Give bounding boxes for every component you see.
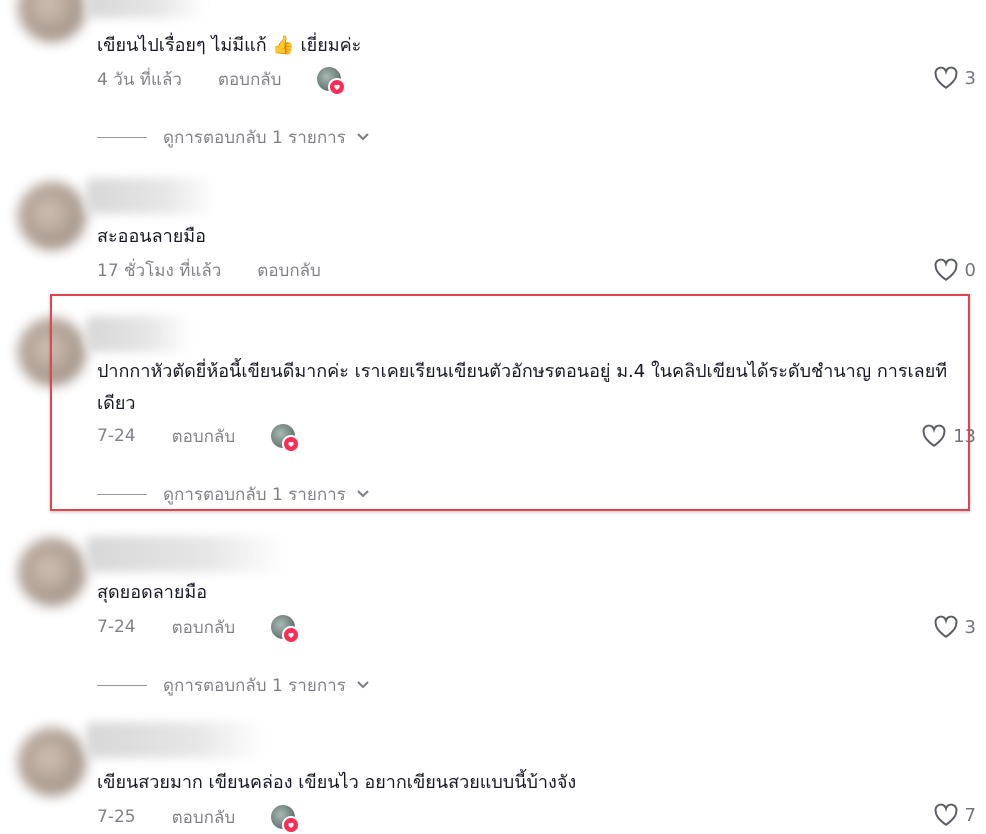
- avatar[interactable]: [18, 0, 86, 42]
- avatar[interactable]: [18, 318, 86, 386]
- comment-date: 17 ชั่วโมง ที่แล้ว: [97, 260, 222, 281]
- view-replies-button[interactable]: ดูการตอบกลับ 1 รายการ: [97, 125, 370, 149]
- like-count: 0: [964, 259, 976, 281]
- username-blurred: [86, 0, 206, 18]
- comment-text: เขียนสวยมาก เขียนคล่อง เขียนไว อยากเขียน…: [97, 772, 577, 793]
- comment-date: 7-25: [97, 807, 136, 827]
- heart-outline-icon: [922, 424, 946, 447]
- divider-line: [97, 684, 147, 686]
- avatar[interactable]: [18, 182, 86, 250]
- like-count: 3: [964, 616, 976, 638]
- divider-line: [97, 136, 147, 138]
- avatar[interactable]: [18, 728, 86, 796]
- view-replies-label: ดูการตอบกลับ 1 รายการ: [163, 675, 346, 696]
- heart-outline-icon: [934, 615, 957, 638]
- comment-text: ปากกาหัวตัดยี่ห้อนี้เขียนดีมากค่ะ เราเคย…: [97, 361, 948, 414]
- heart-badge-icon: [282, 435, 301, 453]
- comment-meta: 7-24 ตอบกลับ: [97, 423, 301, 453]
- username-blurred: [86, 722, 266, 758]
- creator-liked-avatar: [271, 805, 301, 834]
- comment-text: สะออนลายมือ: [97, 226, 206, 247]
- comment-text: สุดยอดลายมือ: [97, 582, 208, 603]
- like-count: 3: [964, 67, 976, 89]
- avatar[interactable]: [18, 538, 86, 606]
- like-count: 13: [953, 425, 976, 447]
- like-button[interactable]: 3: [933, 64, 976, 92]
- like-button[interactable]: 0: [933, 256, 976, 284]
- reply-button[interactable]: ตอบกลับ: [172, 804, 236, 831]
- comment-meta: 7-25 ตอบกลับ: [97, 804, 301, 834]
- chevron-down-icon: [357, 133, 369, 141]
- username-blurred: [86, 316, 191, 352]
- heart-outline-icon: [934, 803, 957, 826]
- comment-date: 4 วัน ที่แล้ว: [97, 69, 182, 90]
- like-button[interactable]: 3: [933, 613, 976, 641]
- creator-liked-avatar: [271, 615, 301, 644]
- view-replies-label: ดูการตอบกลับ 1 รายการ: [163, 127, 346, 148]
- heart-badge-icon: [282, 626, 301, 644]
- like-button[interactable]: 7: [933, 801, 976, 829]
- comment-text: เขียนไปเรื่อยๆ ไม่มีแก้ 👍 เยี่ยมค่ะ: [97, 35, 362, 56]
- username-blurred: [86, 178, 216, 214]
- heart-badge-icon: [328, 78, 347, 96]
- username-blurred: [86, 536, 286, 572]
- divider-line: [97, 493, 147, 495]
- comment-date: 7-24: [97, 617, 136, 637]
- comment-meta: 17 ชั่วโมง ที่แล้ว ตอบกลับ: [97, 258, 357, 282]
- comment-date: 7-24: [97, 426, 136, 446]
- view-replies-button[interactable]: ดูการตอบกลับ 1 รายการ: [97, 482, 370, 506]
- heart-badge-icon: [282, 816, 301, 834]
- chevron-down-icon: [357, 681, 369, 689]
- like-count: 7: [964, 804, 976, 826]
- creator-liked-avatar: [271, 424, 301, 453]
- view-replies-button[interactable]: ดูการตอบกลับ 1 รายการ: [97, 673, 370, 697]
- reply-button[interactable]: ตอบกลับ: [218, 66, 282, 93]
- heart-outline-icon: [934, 66, 957, 89]
- view-replies-label: ดูการตอบกลับ 1 รายการ: [163, 484, 346, 505]
- creator-liked-avatar: [317, 67, 347, 96]
- reply-button[interactable]: ตอบกลับ: [257, 257, 321, 284]
- heart-outline-icon: [934, 258, 957, 281]
- like-button[interactable]: 13: [921, 422, 976, 450]
- chevron-down-icon: [357, 490, 369, 498]
- comment-meta: 4 วัน ที่แล้ว ตอบกลับ: [97, 66, 347, 96]
- reply-button[interactable]: ตอบกลับ: [172, 423, 236, 450]
- reply-button[interactable]: ตอบกลับ: [172, 614, 236, 641]
- comment-meta: 7-24 ตอบกลับ: [97, 614, 301, 644]
